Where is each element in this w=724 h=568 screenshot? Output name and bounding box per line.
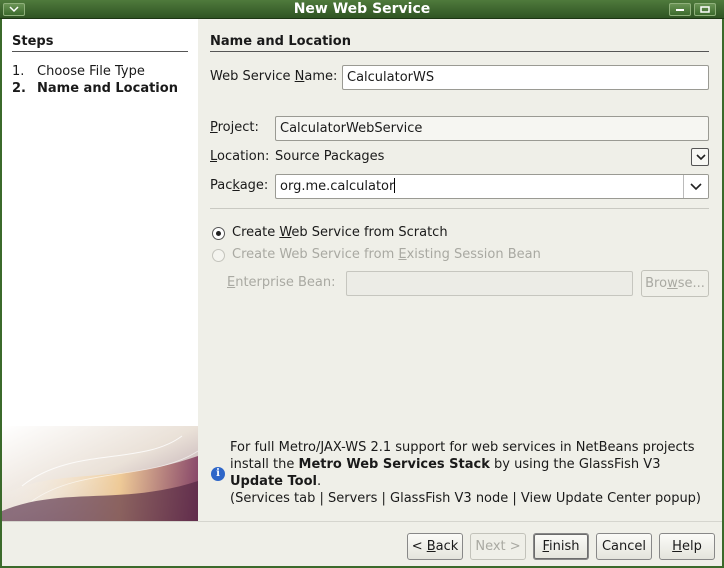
step-item-current: 2. Name and Location xyxy=(12,81,178,96)
package-dropdown-button[interactable] xyxy=(683,175,708,198)
finish-button[interactable]: Finish xyxy=(533,533,589,560)
metro-info-text: For full Metro/JAX-WS 2.1 support for we… xyxy=(230,440,702,506)
step-label: Choose File Type xyxy=(37,64,145,79)
window-title: New Web Service xyxy=(293,1,431,17)
package-label: Package: xyxy=(210,178,269,193)
help-button[interactable]: Help xyxy=(659,533,715,560)
package-input[interactable]: org.me.calculator xyxy=(280,179,394,194)
title-bar[interactable]: New Web Service xyxy=(0,0,724,19)
back-button[interactable]: < Back xyxy=(407,533,463,560)
minimize-button[interactable] xyxy=(669,3,691,16)
steps-panel: Steps 1. Choose File Type 2. Name and Loca… xyxy=(2,19,198,521)
content-panel: Name and Location Web Service Name: Calc… xyxy=(198,19,722,521)
step-number: 1. xyxy=(12,64,25,79)
project-field: CalculatorWebService xyxy=(275,116,709,141)
step-number: 2. xyxy=(12,81,26,96)
location-value: Source Packages xyxy=(275,149,385,164)
create-from-scratch-radio[interactable] xyxy=(212,227,225,240)
steps-title: Steps xyxy=(12,34,54,49)
text-cursor xyxy=(394,178,396,193)
divider xyxy=(12,51,188,52)
package-combobox[interactable]: org.me.calculator xyxy=(275,174,709,199)
step-label: Name and Location xyxy=(37,81,178,96)
web-service-name-label: Web Service Name: xyxy=(210,69,338,84)
create-from-scratch-label[interactable]: Create Web Service from Scratch xyxy=(232,225,448,240)
cancel-button[interactable]: Cancel xyxy=(596,533,652,560)
info-icon: i xyxy=(211,467,225,481)
web-service-name-input[interactable]: CalculatorWS xyxy=(342,65,709,90)
enterprise-bean-input[interactable] xyxy=(346,271,633,296)
maximize-button[interactable] xyxy=(694,3,716,16)
minimize-icon xyxy=(676,9,684,11)
project-label: Project: xyxy=(210,120,259,135)
location-label: Location: xyxy=(210,149,270,164)
section-title: Name and Location xyxy=(210,34,351,49)
chevron-down-icon xyxy=(9,6,19,13)
create-from-session-bean-radio[interactable] xyxy=(212,249,225,262)
create-from-session-bean-label[interactable]: Create Web Service from Existing Session… xyxy=(232,247,541,262)
maximize-icon xyxy=(700,6,710,13)
decorative-swirl-image xyxy=(2,426,198,521)
browse-button[interactable]: Browse... xyxy=(641,270,709,297)
enterprise-bean-label: Enterprise Bean: xyxy=(227,275,336,290)
chevron-down-icon xyxy=(690,183,702,191)
chevron-down-icon xyxy=(696,154,706,161)
separator xyxy=(210,208,709,209)
window-menu-button[interactable] xyxy=(3,3,25,16)
divider xyxy=(210,51,709,52)
next-button[interactable]: Next > xyxy=(470,533,526,560)
step-item: 1. Choose File Type xyxy=(12,64,145,79)
location-dropdown-button[interactable] xyxy=(691,148,709,166)
